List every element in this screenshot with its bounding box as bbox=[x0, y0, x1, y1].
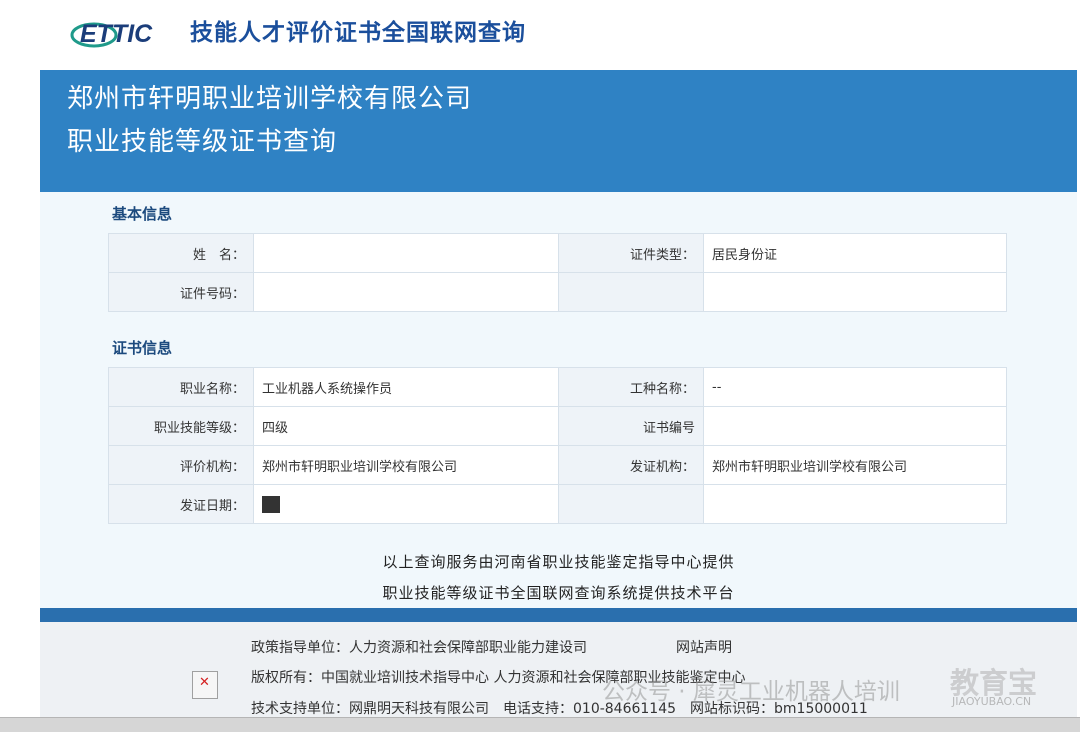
table-row: 评价机构： 郑州市轩明职业培训学校有限公司 发证机构： 郑州市轩明职业培训学校有… bbox=[108, 445, 1007, 485]
cert-info-title: 证书信息 bbox=[112, 339, 173, 357]
basic-info-table: 姓 名： 证件类型： 居民身份证 证件号码： bbox=[108, 233, 1007, 312]
table-row: 发证日期： bbox=[108, 484, 1007, 524]
label-id-number: 证件号码： bbox=[108, 272, 254, 312]
label-skill-level: 职业技能等级： bbox=[108, 406, 254, 446]
table-row: 职业技能等级： 四级 证书编号 bbox=[108, 406, 1007, 446]
label-evaluator: 评价机构： bbox=[108, 445, 254, 485]
banner: 郑州市轩明职业培训学校有限公司 职业技能等级证书查询 bbox=[40, 70, 1077, 192]
site-footer: 政策指导单位：人力资源和社会保障部职业能力建设司 网站声明 版权所有：中国就业培… bbox=[40, 622, 1077, 717]
label-cert-number: 证书编号 bbox=[558, 406, 704, 446]
value-occupation: 工业机器人系统操作员 bbox=[253, 367, 559, 407]
site-header: ETTIC 技能人才评价证书全国联网查询 bbox=[0, 0, 1080, 70]
site-title: 技能人才评价证书全国联网查询 bbox=[190, 20, 526, 46]
label-empty bbox=[558, 272, 704, 312]
browser-status-bar bbox=[0, 717, 1080, 732]
table-row: 职业名称： 工业机器人系统操作员 工种名称： -- bbox=[108, 367, 1007, 407]
provider-line-2: 职业技能等级证书全国联网查询系统提供技术平台 bbox=[382, 584, 735, 602]
label-empty bbox=[558, 484, 704, 524]
redacted-block bbox=[262, 495, 280, 513]
banner-subtitle: 职业技能等级证书查询 bbox=[67, 127, 338, 157]
value-job-type: -- bbox=[703, 367, 1007, 407]
value-id-number bbox=[253, 272, 559, 312]
value-empty bbox=[703, 272, 1007, 312]
value-issuer: 郑州市轩明职业培训学校有限公司 bbox=[703, 445, 1007, 485]
value-skill-level: 四级 bbox=[253, 406, 559, 446]
cert-info-table: 职业名称： 工业机器人系统操作员 工种名称： -- 职业技能等级： 四级 证书编… bbox=[108, 367, 1007, 524]
label-issuer: 发证机构： bbox=[558, 445, 704, 485]
table-row: 姓 名： 证件类型： 居民身份证 bbox=[108, 233, 1007, 273]
table-row: 证件号码： bbox=[108, 272, 1007, 312]
broken-image-icon: ✕ bbox=[192, 671, 218, 699]
site-declaration-link[interactable]: 网站声明 bbox=[676, 637, 732, 657]
brand-url-watermark: JIAOYUBAO.CN bbox=[952, 695, 1032, 708]
label-occupation: 职业名称： bbox=[108, 367, 254, 407]
value-empty bbox=[703, 484, 1007, 524]
provider-line-1: 以上查询服务由河南省职业技能鉴定指导中心提供 bbox=[382, 553, 735, 571]
value-id-type: 居民身份证 bbox=[703, 233, 1007, 273]
footer-policy: 政策指导单位：人力资源和社会保障部职业能力建设司 bbox=[251, 640, 587, 656]
banner-company: 郑州市轩明职业培训学校有限公司 bbox=[67, 84, 473, 114]
label-issue-date: 发证日期： bbox=[108, 484, 254, 524]
logo-text: ETTIC bbox=[80, 20, 153, 48]
wechat-watermark: 公众号 · 犀灵工业机器人培训 bbox=[602, 679, 900, 705]
value-cert-number bbox=[703, 406, 1007, 446]
label-id-type: 证件类型： bbox=[558, 233, 704, 273]
value-name bbox=[253, 233, 559, 273]
footer-bar bbox=[40, 608, 1077, 622]
value-evaluator: 郑州市轩明职业培训学校有限公司 bbox=[253, 445, 559, 485]
label-job-type: 工种名称： bbox=[558, 367, 704, 407]
value-issue-date bbox=[253, 484, 559, 524]
label-name: 姓 名： bbox=[108, 233, 254, 273]
basic-info-title: 基本信息 bbox=[112, 205, 173, 223]
ettic-logo: ETTIC bbox=[70, 16, 178, 50]
